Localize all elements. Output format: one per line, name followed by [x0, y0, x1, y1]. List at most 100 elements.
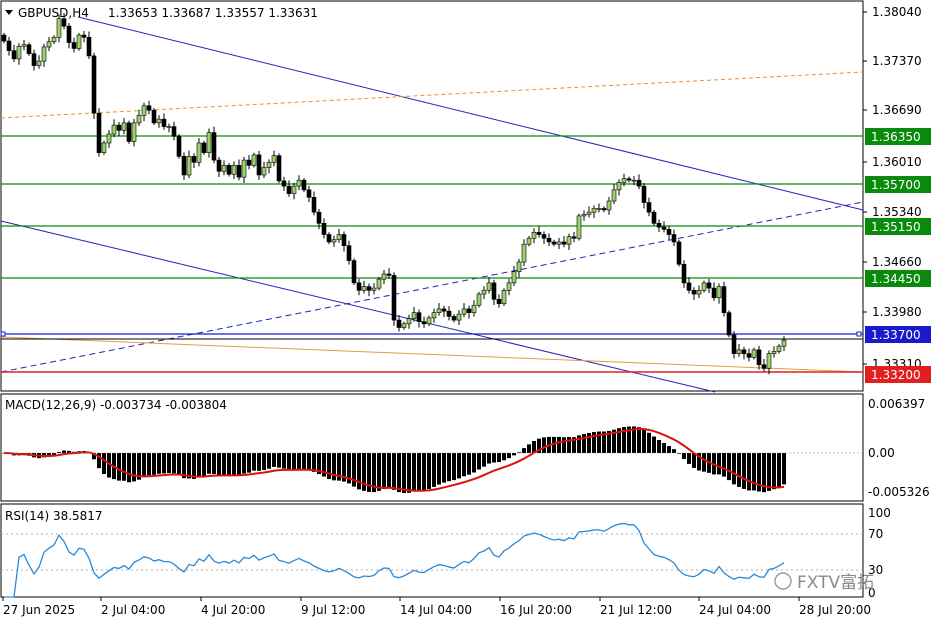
candle-body: [571, 236, 577, 239]
watermark-logo: FXTV富拓: [774, 572, 874, 593]
candle-body: [31, 53, 37, 66]
level-tag-text: 1.33200: [871, 368, 921, 382]
candle-body: [76, 34, 82, 49]
macd-bar: [672, 449, 676, 453]
candle-body: [771, 351, 777, 354]
candle-body: [261, 167, 267, 176]
macd-bar: [457, 453, 461, 479]
level-handle-left[interactable]: [0, 331, 6, 337]
candle-body: [451, 316, 457, 321]
candle-body: [581, 214, 587, 217]
macd-bar: [237, 453, 241, 476]
macd-bar: [127, 453, 131, 483]
time-label: 24 Jul 04:00: [699, 603, 771, 617]
candle-body: [726, 312, 732, 336]
candle-body: [56, 18, 62, 38]
macd-bar: [222, 453, 226, 475]
candle-body: [366, 286, 372, 291]
candle-body: [416, 312, 422, 322]
candle-body: [331, 239, 337, 243]
candle-body: [346, 245, 352, 261]
macd-bar: [117, 453, 121, 481]
candle-body: [666, 229, 672, 235]
macd-bar: [197, 453, 201, 478]
candle-body: [466, 308, 472, 313]
macd-bar: [502, 453, 506, 461]
candle-body: [336, 234, 342, 241]
candle-body: [101, 142, 107, 153]
candle-body: [166, 126, 172, 128]
level-handle-right[interactable]: [856, 331, 862, 337]
candle-body: [706, 282, 712, 289]
orange-dashed-line: [0, 71, 864, 119]
macd-bar: [307, 453, 311, 471]
macd-bar: [647, 432, 651, 453]
candle-body: [96, 112, 102, 153]
candle-body: [141, 105, 147, 116]
macd-bar: [542, 437, 546, 453]
candle-body: [181, 156, 187, 176]
macd-bar: [357, 453, 361, 490]
macd-bar: [187, 453, 191, 479]
macd-bar: [497, 453, 501, 463]
candle-body: [121, 122, 127, 131]
macd-bar: [167, 453, 171, 473]
price-tick: 1.33980: [872, 305, 922, 319]
candle-body: [401, 323, 407, 328]
macd-bar: [777, 453, 781, 488]
candle-body: [511, 271, 517, 284]
level-tag-text: 1.36350: [871, 130, 921, 144]
candle-body: [46, 41, 52, 48]
candle-body: [206, 132, 212, 153]
candle-body: [351, 260, 357, 284]
macd-bar: [562, 437, 566, 453]
candle-body: [751, 349, 757, 358]
candle-body: [361, 286, 367, 291]
level-tag-text: 1.35700: [871, 178, 921, 192]
macd-bar: [262, 453, 266, 471]
macd-bar: [427, 453, 431, 489]
time-label: 21 Jul 12:00: [600, 603, 672, 617]
candle-body: [326, 234, 332, 243]
macd-bar: [662, 443, 666, 453]
macd-bar: [557, 436, 561, 453]
macd-bar: [512, 453, 516, 456]
price-tick: 1.34660: [872, 255, 922, 269]
candle-body: [136, 115, 142, 124]
macd-bar: [417, 453, 421, 492]
candle-body: [646, 202, 652, 213]
macd-bar: [772, 453, 776, 490]
candle-body: [651, 211, 657, 224]
candle-body: [301, 179, 307, 191]
macd-bar: [152, 453, 156, 475]
rsi-tick-70: 70: [868, 527, 883, 541]
macd-bar: [252, 453, 256, 471]
candle-body: [126, 122, 132, 142]
macd-bar: [742, 453, 746, 489]
symbol-timeframe: GBPUSD,H4: [18, 6, 89, 20]
level-tag-134450: 1.34450: [865, 270, 931, 287]
rsi-tick-100: 100: [868, 506, 891, 520]
candle-body: [251, 154, 257, 166]
candle-body: [596, 208, 602, 210]
rsi-title: RSI(14) 38.5817: [5, 509, 103, 523]
candle-body: [391, 275, 397, 321]
candle-body: [171, 126, 177, 137]
candle-body: [411, 312, 417, 319]
macd-bar: [217, 453, 221, 476]
macd-bar: [292, 453, 296, 470]
chart-dropdown-icon[interactable]: [5, 10, 13, 15]
macd-bar: [682, 453, 686, 460]
candles-group: [1, 12, 787, 375]
candle-body: [546, 237, 552, 243]
macd-title: MACD(12,26,9) -0.003734 -0.003804: [5, 398, 227, 412]
candle-body: [291, 185, 297, 194]
macd-bar: [727, 453, 731, 481]
candle-body: [41, 46, 47, 62]
time-label: 4 Jul 20:00: [201, 603, 265, 617]
candle-body: [211, 132, 217, 161]
candle-body: [741, 349, 747, 354]
candle-body: [426, 317, 432, 325]
macd-bar: [332, 453, 336, 481]
macd-bar: [147, 453, 151, 476]
